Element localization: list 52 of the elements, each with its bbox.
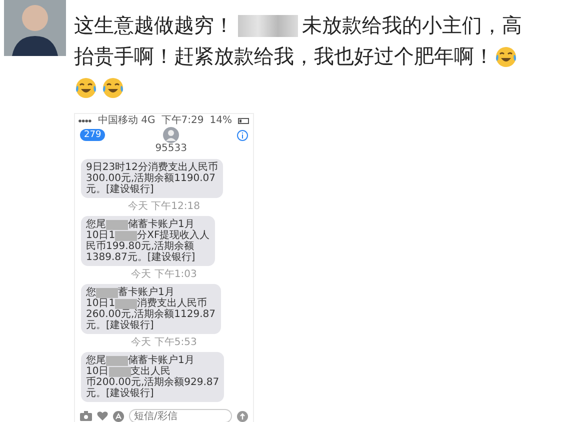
redacted-text (108, 366, 131, 376)
message-text: 元。[建设银行] (86, 320, 154, 331)
app-store-icon[interactable] (113, 410, 124, 422)
message-text: 支出人民 (130, 366, 171, 377)
post-text: 这生意越做越穷！ (74, 12, 234, 39)
laughing-crying-emoji-icon (74, 76, 98, 100)
redacted-text (115, 230, 138, 240)
message-text: 您尾 (86, 355, 106, 366)
battery-icon (238, 118, 250, 124)
message-text: 币200.00元,活期余额929.87 (86, 377, 220, 388)
camera-icon[interactable] (80, 411, 92, 421)
avatar[interactable] (4, 0, 66, 56)
message-text: 260.00元,活期余额1129.87 (86, 309, 216, 320)
back-button[interactable]: 279 (80, 129, 106, 141)
laughing-crying-emoji-icon (494, 44, 518, 68)
message-text: 储蓄卡账户1月 (128, 355, 194, 366)
message-text: 元。[建设银行] (86, 388, 154, 399)
heart-icon[interactable] (97, 411, 108, 421)
message-text: 10日1 (86, 230, 116, 241)
send-icon[interactable] (237, 410, 248, 422)
message-text: 分XF提现收入人 (137, 230, 210, 241)
message-text: 消费支出人民币 (137, 298, 208, 309)
carrier-label: 中国移动 4G (98, 115, 156, 126)
timestamp: 今天 下午1:03 (131, 269, 197, 281)
message-text: 10日1 (86, 298, 116, 309)
message-text: 9日23时12分消费支出人民币 (86, 162, 218, 173)
info-icon[interactable] (237, 130, 248, 141)
contact-name: 95533 (155, 143, 187, 154)
redacted-text (115, 298, 138, 308)
battery-percent: 14% (210, 115, 232, 126)
message-text: 10日 (86, 366, 109, 377)
signal-icon (78, 118, 92, 122)
post-text: 抬贵手啊！赶紧放款给我，我也好过个肥年啊！ (74, 43, 494, 70)
timestamp: 今天 下午12:18 (128, 201, 200, 213)
message-text: 储蓄卡账户1月 (128, 219, 194, 230)
message-text: 300.00元,活期余额1190.07 (86, 173, 216, 184)
message-text: 民币199.80元,活期余额 (86, 241, 194, 252)
contact-avatar-icon (163, 127, 180, 143)
redacted-text (96, 288, 118, 298)
message-text: 1389.87元。[建设银行] (86, 252, 196, 263)
laughing-crying-emoji-icon (101, 76, 125, 100)
post-text: 未放款给我的小主们，高 (302, 12, 522, 39)
clock: 下午7:29 (161, 115, 204, 126)
redacted-text (106, 220, 128, 230)
message-text: 您尾 (86, 219, 106, 230)
redacted-text (238, 14, 298, 36)
message-input[interactable]: 短信/彩信 (129, 409, 232, 422)
message-text: 蓄卡账户1月 (118, 287, 174, 298)
message-text: 元。[建设银行] (86, 184, 154, 195)
message-text: 您 (86, 287, 96, 298)
redacted-text (106, 356, 128, 366)
timestamp: 今天 下午5:53 (131, 337, 197, 349)
